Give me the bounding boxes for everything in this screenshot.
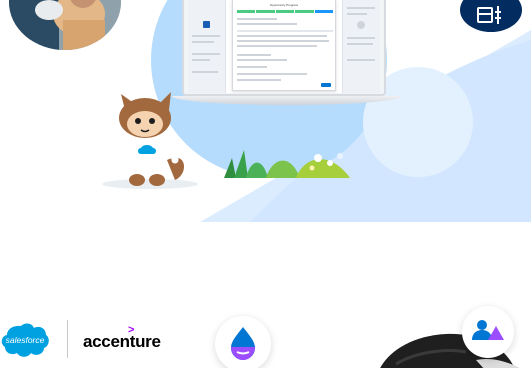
progress-step-current (314, 10, 334, 13)
drop-badge (215, 316, 271, 368)
salesforce-logo: salesforce (1, 323, 49, 357)
hero-illustration: Opportunity Progress (0, 0, 531, 222)
progress-step (295, 10, 314, 13)
community-badge (462, 306, 514, 358)
laptop-screen: Opportunity Progress (182, 0, 386, 96)
tools-icon (477, 6, 501, 24)
progress-step (256, 10, 275, 13)
logo-divider (67, 320, 68, 358)
dialog-save-button[interactable] (321, 83, 331, 87)
salesforce-wordmark: salesforce (6, 335, 45, 345)
page: Opportunity Progress salesforce > accent… (0, 0, 531, 368)
laptop-base (172, 96, 402, 105)
accenture-logo: accenture (83, 332, 161, 351)
dialog-title: Opportunity Progress (269, 3, 299, 7)
progress-step (237, 10, 256, 13)
progress-dialog: Opportunity Progress (232, 0, 336, 91)
progress-path (237, 10, 334, 13)
astro-mascot (111, 92, 185, 186)
laptop-mockup: Opportunity Progress (172, 0, 402, 112)
app-sidebar-left (188, 0, 226, 93)
progress-step (275, 10, 295, 13)
community-icon (472, 320, 504, 340)
drop-icon (231, 327, 255, 360)
app-screenshot: Opportunity Progress (188, 0, 380, 93)
app-sidebar-right (342, 0, 380, 93)
